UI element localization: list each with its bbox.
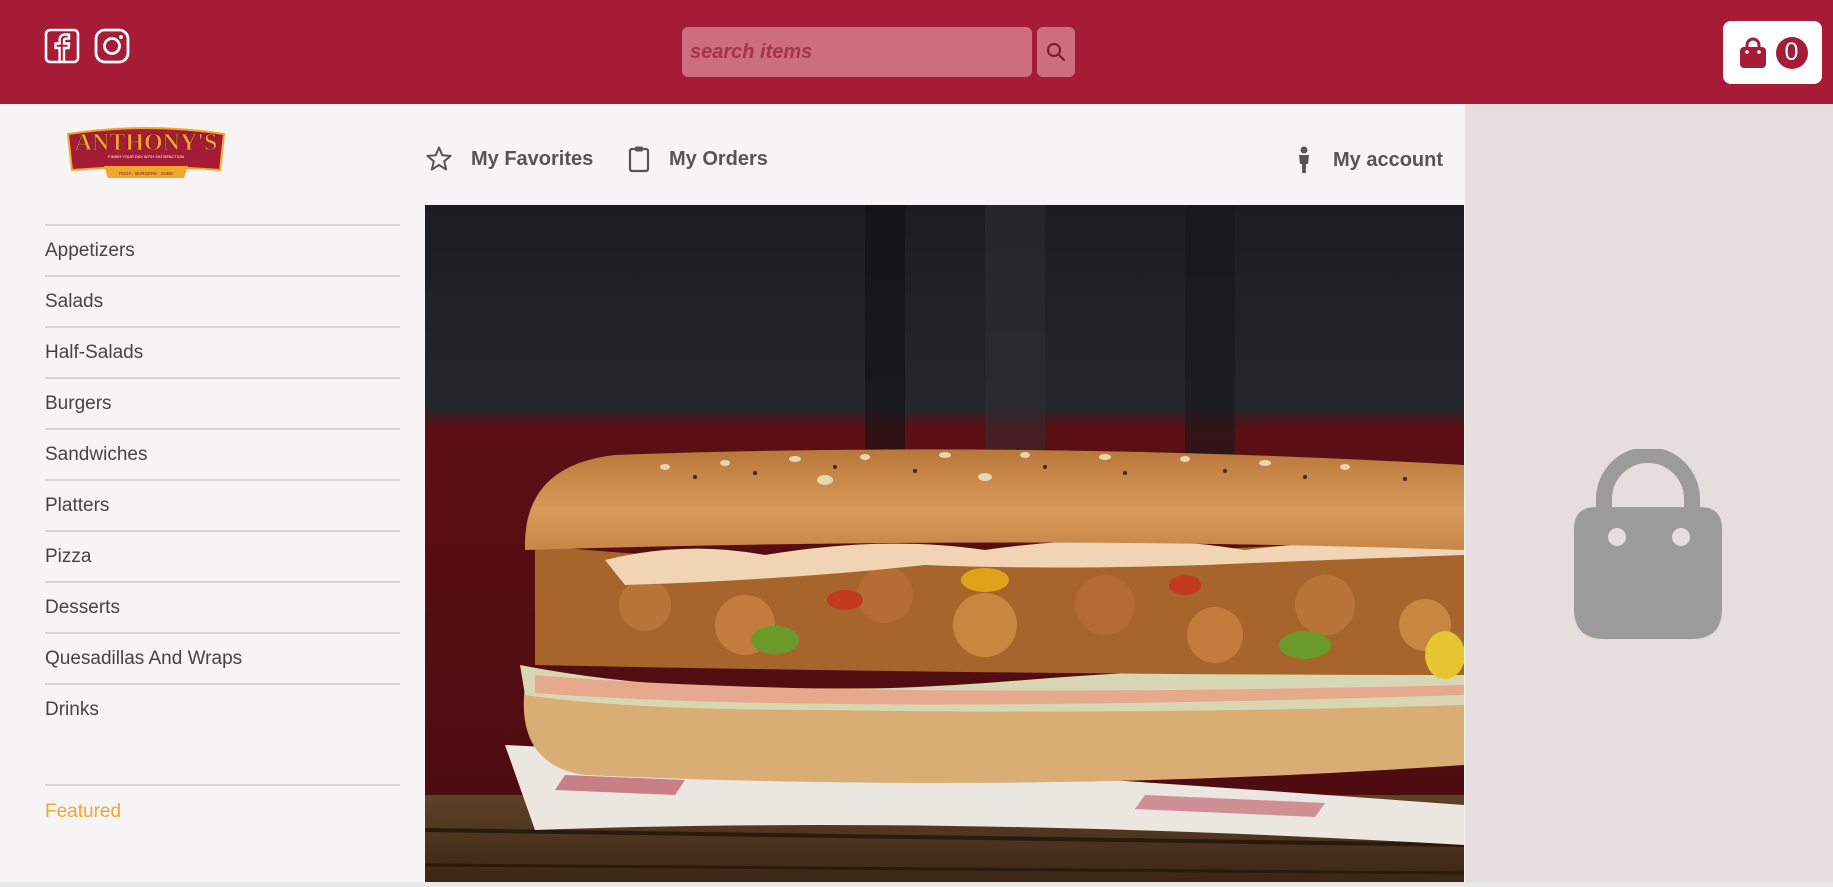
sub-sandwich-photo xyxy=(425,205,1464,882)
facebook-icon[interactable] xyxy=(44,28,80,64)
my-account-link[interactable]: My account xyxy=(1293,145,1443,175)
category-appetizers[interactable]: Appetizers xyxy=(45,224,400,275)
page-bottom-border xyxy=(0,882,1833,887)
search-icon xyxy=(1047,43,1066,62)
divider xyxy=(45,784,400,786)
my-account-label: My account xyxy=(1333,148,1444,171)
category-half-salads[interactable]: Half-Salads xyxy=(45,326,400,377)
category-drinks[interactable]: Drinks xyxy=(45,683,400,734)
search-input[interactable] xyxy=(682,27,1032,77)
category-quesadillas-and-wraps[interactable]: Quesadillas And Wraps xyxy=(45,632,400,683)
my-favorites-label: My Favorites xyxy=(471,147,594,170)
logo-wordmark: ANTHONY'S xyxy=(75,130,218,156)
cart-panel xyxy=(1465,104,1833,887)
category-list: Appetizers Salads Half-Salads Burgers Sa… xyxy=(45,224,400,734)
category-desserts[interactable]: Desserts xyxy=(45,581,400,632)
shopping-bag-icon xyxy=(1739,37,1766,68)
my-orders-link[interactable]: My Orders xyxy=(627,145,768,173)
clipboard-icon xyxy=(628,146,650,173)
top-bar: 0 xyxy=(0,0,1833,104)
category-salads[interactable]: Salads xyxy=(45,275,400,326)
star-icon xyxy=(426,146,452,171)
search-bar xyxy=(682,27,1075,77)
category-platters[interactable]: Platters xyxy=(45,479,400,530)
person-icon xyxy=(1299,146,1309,173)
my-orders-label: My Orders xyxy=(669,147,768,170)
category-burgers[interactable]: Burgers xyxy=(45,377,400,428)
hero-banner[interactable] xyxy=(425,205,1464,882)
cart-button[interactable]: 0 xyxy=(1723,21,1822,84)
my-favorites-link[interactable]: My Favorites xyxy=(425,145,593,173)
logo-tagline: FINISH YOUR DAY WITH SATISFACTION xyxy=(108,154,184,159)
cart-count-badge: 0 xyxy=(1775,36,1808,69)
featured-link[interactable]: Featured xyxy=(45,801,121,823)
logo-banner-text: PIZZA · BURGERS · SUBS xyxy=(119,171,173,176)
anthonys-logo[interactable]: ANTHONY'S FINISH YOUR DAY WITH SATISFACT… xyxy=(64,124,228,186)
social-links xyxy=(44,28,130,64)
empty-cart-bag-icon xyxy=(1574,449,1722,639)
category-pizza[interactable]: Pizza xyxy=(45,530,400,581)
category-sandwiches[interactable]: Sandwiches xyxy=(45,428,400,479)
search-button[interactable] xyxy=(1037,27,1075,77)
instagram-icon[interactable] xyxy=(94,28,130,64)
